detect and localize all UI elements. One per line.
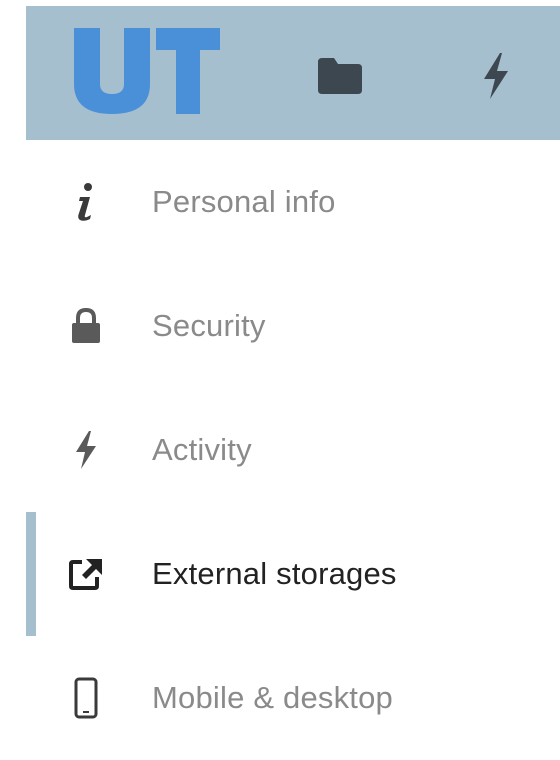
- sidebar-item-label: Personal info: [152, 184, 336, 219]
- sidebar-item-mobile-desktop[interactable]: Mobile & desktop: [0, 636, 560, 760]
- activity-app-button[interactable]: [466, 46, 526, 106]
- external-link-icon: [62, 550, 110, 598]
- sidebar-item-security[interactable]: Security: [0, 264, 560, 388]
- files-app-button[interactable]: [310, 46, 370, 106]
- phone-icon: [62, 674, 110, 722]
- folder-icon: [318, 58, 362, 94]
- lightning-icon: [62, 426, 110, 474]
- lock-icon: [62, 302, 110, 350]
- sidebar-item-label: Security: [152, 308, 266, 343]
- ut-logo[interactable]: [72, 26, 222, 116]
- info-icon: [62, 178, 110, 226]
- lightning-icon: [484, 53, 508, 99]
- sidebar-item-label: Mobile & desktop: [152, 680, 393, 715]
- app-header: [26, 6, 560, 140]
- sidebar-item-external-storages[interactable]: External storages: [0, 512, 560, 636]
- sidebar-item-activity[interactable]: Activity: [0, 388, 560, 512]
- active-indicator: [26, 512, 36, 636]
- sidebar-item-label: Activity: [152, 432, 252, 467]
- sidebar-item-personal-info[interactable]: Personal info: [0, 140, 560, 264]
- sidebar-item-label: External storages: [152, 556, 397, 591]
